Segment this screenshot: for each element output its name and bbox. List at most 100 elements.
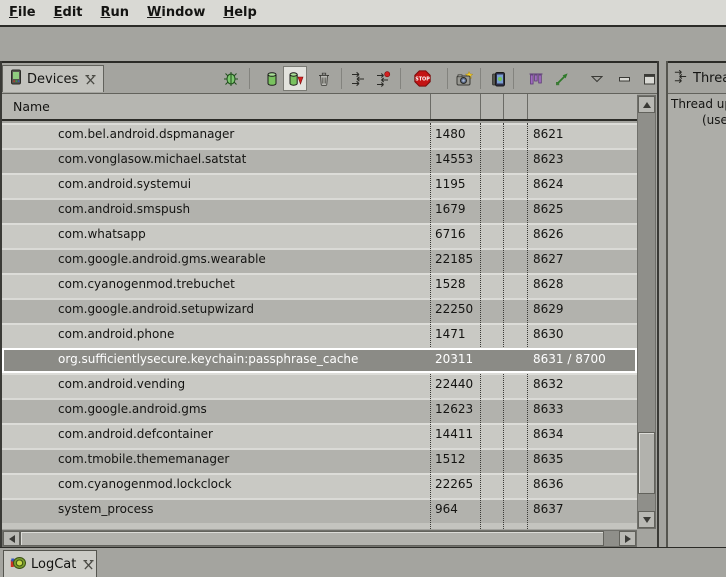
table-row[interactable]: org.sufficientlysecure.keychain:passphra… xyxy=(2,348,637,373)
logcat-bar: LogCat xyxy=(0,548,726,577)
threads-message-line2: (use toolbar button to enable) xyxy=(671,112,726,128)
table-row[interactable]: com.tmobile.thememanager15128635 xyxy=(2,448,637,473)
vertical-scrollbar-thumb[interactable] xyxy=(638,432,655,494)
up-arrow-icon xyxy=(643,102,651,108)
menu-window[interactable]: Window xyxy=(138,3,214,22)
table-row[interactable]: com.google.android.gms.wearable 22185 8627 xyxy=(2,248,637,273)
ddms-window: File Edit Run Window Help Devices xyxy=(0,0,726,577)
process-port: 8624 xyxy=(533,177,564,191)
horizontal-scrollbar-thumb[interactable] xyxy=(20,531,604,546)
menu-edit[interactable]: Edit xyxy=(45,3,92,22)
scroll-left-button[interactable] xyxy=(3,531,20,546)
process-port: 8627 xyxy=(533,252,564,266)
process-pid: 12623 xyxy=(435,402,473,416)
menu-run[interactable]: Run xyxy=(92,3,139,22)
process-pid: 1679 xyxy=(435,202,466,216)
column-divider[interactable] xyxy=(430,94,431,119)
process-port: 8623 xyxy=(533,152,564,166)
table-row[interactable]: com.google.android.gms126238633 xyxy=(2,398,637,423)
table-row[interactable]: com.android.phone14718630 xyxy=(2,323,637,348)
threads-tabbar: Threads xyxy=(668,63,726,94)
tab-devices-label: Devices xyxy=(27,72,78,87)
process-pid: 14553 xyxy=(435,152,473,166)
column-gridline xyxy=(430,123,431,529)
dump-view-hierarchy-icon[interactable] xyxy=(487,66,511,91)
scroll-down-button[interactable] xyxy=(638,511,655,528)
update-threads-icon[interactable] xyxy=(346,66,370,91)
scroll-right-button[interactable] xyxy=(619,531,636,546)
table-row[interactable]: system_process9648637 xyxy=(2,498,637,523)
menu-help[interactable]: Help xyxy=(214,3,265,22)
tab-threads[interactable]: Threads xyxy=(669,65,726,92)
systrace-icon[interactable] xyxy=(524,66,548,91)
horizontal-scrollbar[interactable] xyxy=(2,530,637,547)
process-pid: 964 xyxy=(435,502,458,516)
start-method-profiling-icon[interactable] xyxy=(371,66,395,91)
process-pid: 22265 xyxy=(435,477,473,491)
view-menu-icon[interactable] xyxy=(585,66,609,91)
device-phone-icon xyxy=(10,69,22,89)
process-pid: 20311 xyxy=(435,352,473,366)
table-row[interactable]: com.google.android.setupwizard222508629 xyxy=(2,298,637,323)
tab-logcat-label: LogCat xyxy=(31,557,76,572)
process-name: com.whatsapp xyxy=(58,227,146,241)
process-port: 8631 / 8700 xyxy=(533,352,606,366)
process-pid: 1480 xyxy=(435,127,466,141)
dump-hprof-icon[interactable] xyxy=(283,66,307,91)
process-name: system_process xyxy=(58,502,154,516)
minimize-icon[interactable] xyxy=(612,66,636,91)
process-pid: 1471 xyxy=(435,327,466,341)
table-row[interactable]: com.cyanogenmod.lockclock222658636 xyxy=(2,473,637,498)
table-row[interactable]: com.android.vending224408632 xyxy=(2,373,637,398)
process-name: com.google.android.gms.wearable xyxy=(58,252,266,266)
process-pid: 1512 xyxy=(435,452,466,466)
update-heap-icon[interactable] xyxy=(260,66,284,91)
process-name: com.android.vending xyxy=(58,377,185,391)
left-arrow-icon xyxy=(9,535,15,543)
close-icon[interactable] xyxy=(83,559,94,570)
table-row[interactable]: com.android.defcontainer144118634 xyxy=(2,423,637,448)
process-pid: 1195 xyxy=(435,177,466,191)
close-icon[interactable] xyxy=(85,74,96,85)
right-arrow-icon xyxy=(625,535,631,543)
menubar: File Edit Run Window Help xyxy=(0,0,726,27)
table-row[interactable]: com.android.systemui 1195 8624 xyxy=(2,173,637,198)
main-toolbar-strip xyxy=(0,27,726,63)
cause-gc-icon[interactable] xyxy=(312,66,336,91)
column-divider[interactable] xyxy=(527,94,528,119)
table-row[interactable]: com.cyanogenmod.trebuchet15288628 xyxy=(2,273,637,298)
process-name: com.google.android.gms xyxy=(58,402,207,416)
toolbar-separator xyxy=(513,68,514,89)
process-pid: 1528 xyxy=(435,277,466,291)
vertical-scrollbar[interactable] xyxy=(637,95,656,529)
logcat-icon xyxy=(10,555,26,574)
process-pid: 22440 xyxy=(435,377,473,391)
column-divider[interactable] xyxy=(480,94,481,119)
stop-process-icon[interactable]: STOP xyxy=(410,66,434,91)
table-row[interactable]: com.bel.android.dspmanager 1480 8621 xyxy=(2,123,637,148)
column-gridline xyxy=(503,123,504,529)
menu-file[interactable]: File xyxy=(0,3,45,22)
process-port: 8621 xyxy=(533,127,564,141)
column-header-name[interactable]: Name xyxy=(13,99,50,114)
table-row[interactable]: com.vonglasow.michael.satstat145538623 xyxy=(2,148,637,173)
screen-capture-icon[interactable] xyxy=(453,66,477,91)
start-opengl-trace-icon[interactable] xyxy=(550,66,574,91)
scroll-up-button[interactable] xyxy=(638,96,655,113)
threads-message: Thread updates not enabled for selected … xyxy=(671,96,726,128)
sash-divider[interactable] xyxy=(657,61,668,547)
table-row[interactable]: com.whatsapp67168626 xyxy=(2,223,637,248)
threads-panel: Threads Thread updates not enabled for s… xyxy=(668,63,726,547)
table-row[interactable]: com.android.smspush16798625 xyxy=(2,198,637,223)
process-pid: 6716 xyxy=(435,227,466,241)
process-name: com.bel.android.dspmanager xyxy=(58,127,234,141)
debug-process-icon[interactable] xyxy=(219,66,243,91)
tab-devices[interactable]: Devices xyxy=(2,65,104,92)
threads-icon xyxy=(673,69,688,88)
process-name: com.android.systemui xyxy=(58,177,191,191)
column-divider[interactable] xyxy=(503,94,504,119)
process-pid: 22185 xyxy=(435,252,473,266)
process-port: 8630 xyxy=(533,327,564,341)
tab-logcat[interactable]: LogCat xyxy=(3,550,97,577)
toolbar-separator xyxy=(400,68,401,89)
